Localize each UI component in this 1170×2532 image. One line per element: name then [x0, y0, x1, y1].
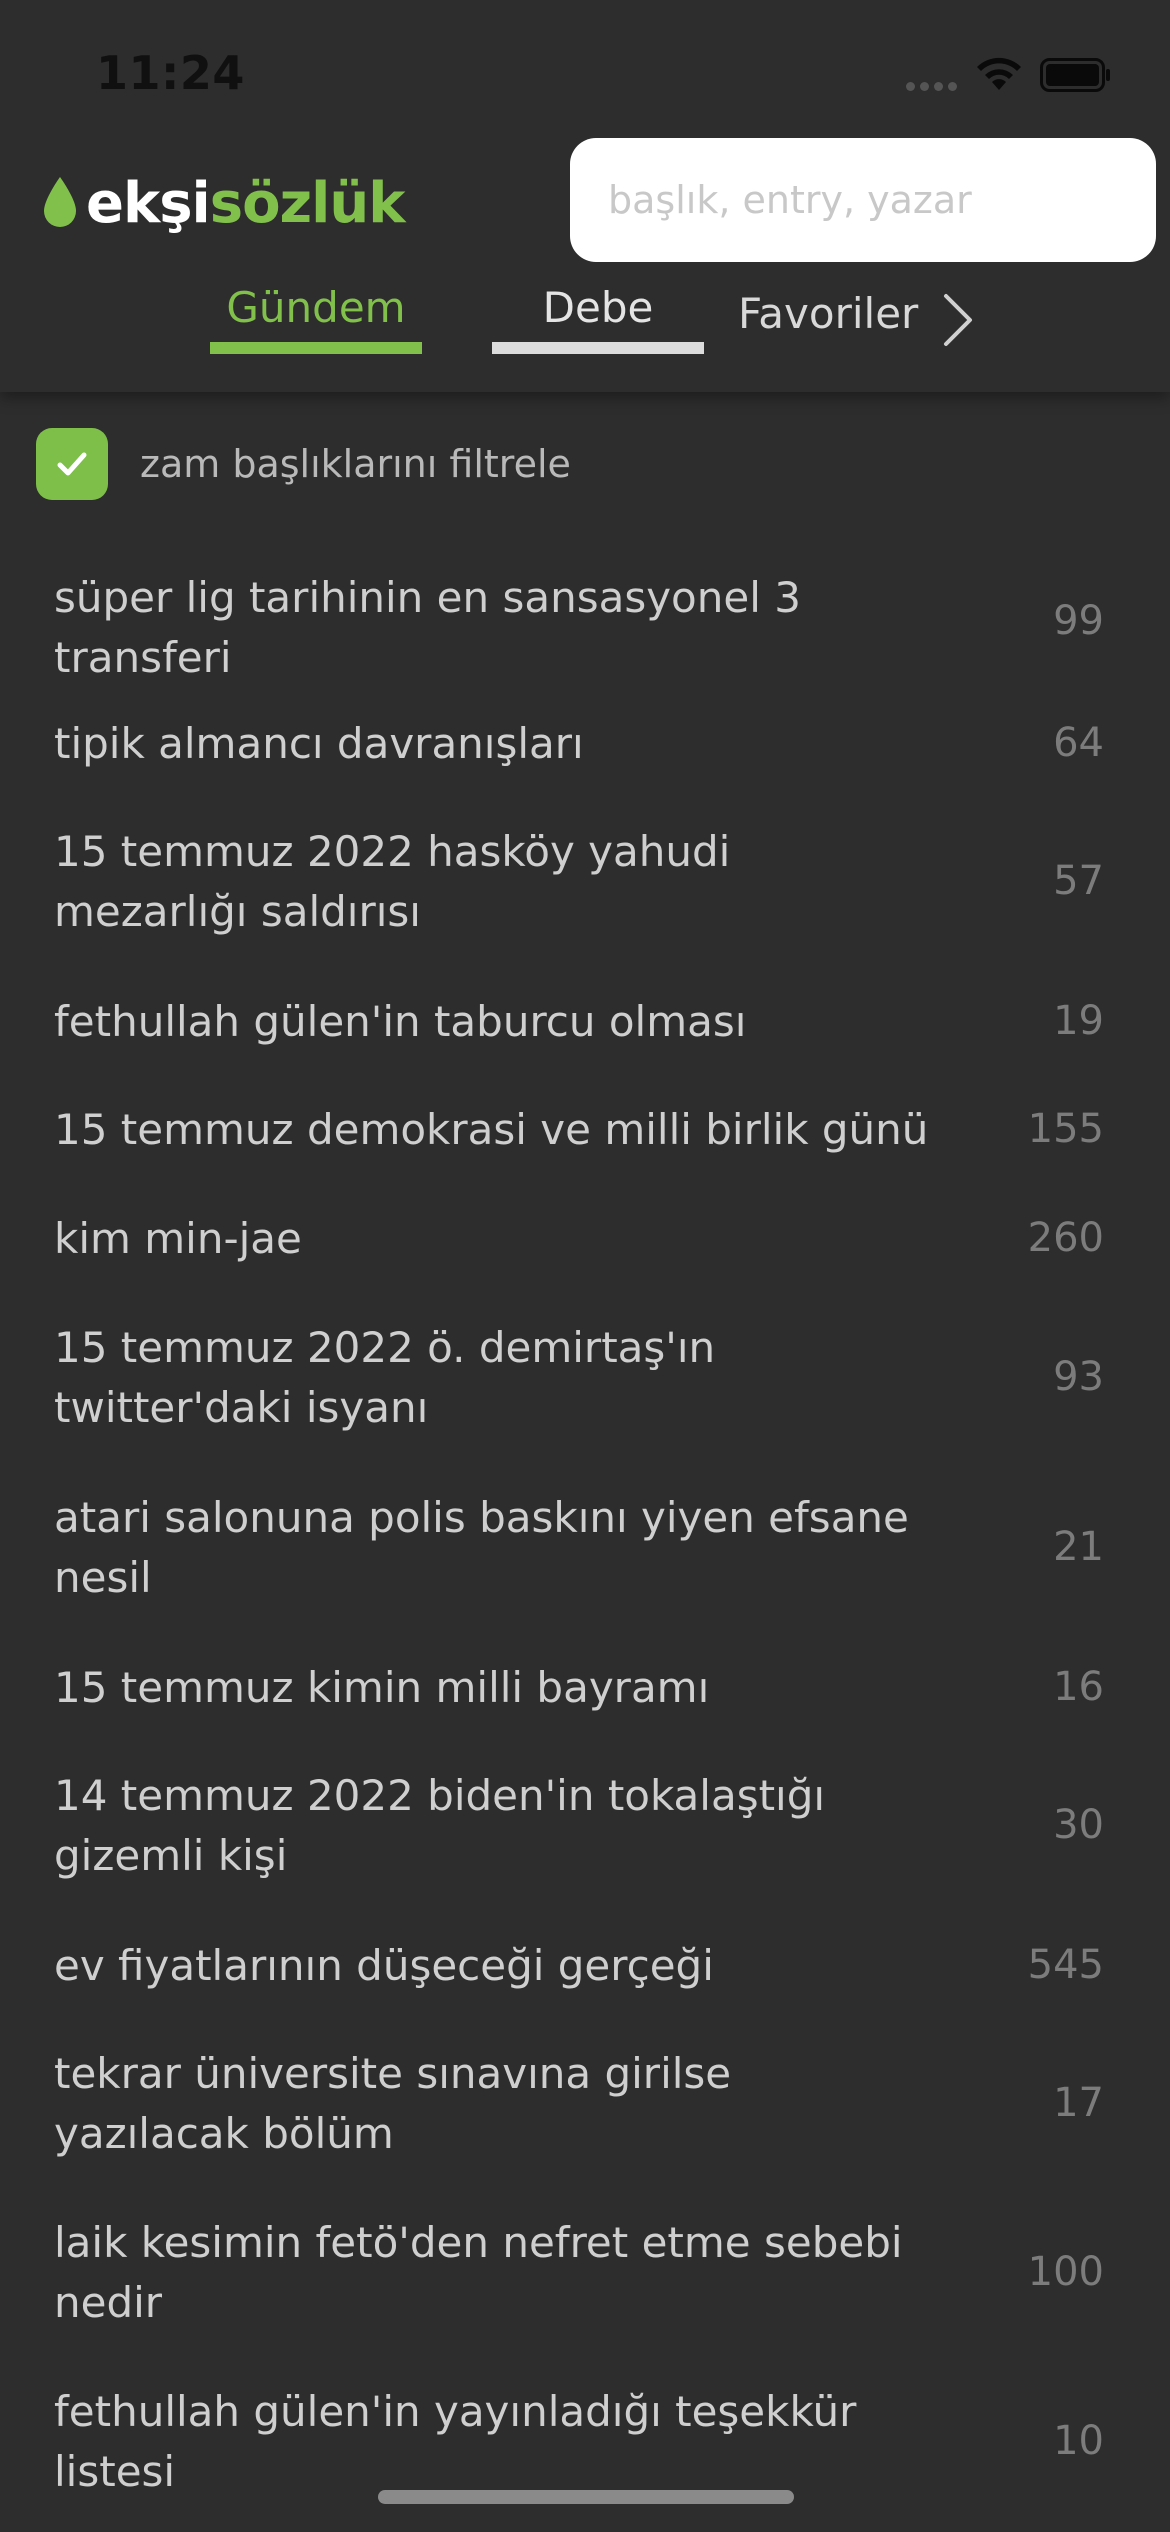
tab-indicator	[492, 342, 704, 354]
topic-entry-count: 545	[1027, 1942, 1104, 1988]
topic-entry-count: 260	[1027, 1215, 1104, 1261]
topic-title: kim min-jae	[54, 1214, 302, 1263]
tab-debe[interactable]: Debe	[492, 280, 704, 360]
drop-icon	[44, 177, 76, 227]
topic-title: 14 temmuz 2022 biden'in tokalaştığı gize…	[54, 1771, 826, 1880]
search-input[interactable]	[606, 138, 1126, 262]
topic-title: süper lig tarihinin en sansasyonel 3 tra…	[54, 573, 801, 682]
filter-checkbox[interactable]	[36, 428, 108, 500]
topic-entry-count: 57	[1053, 858, 1104, 904]
topic-title: ev fiyatlarının düşeceği gerçeği	[54, 1941, 714, 1990]
topic-title: fethullah gülen'in taburcu olması	[54, 997, 747, 1046]
filter-row[interactable]: zam başlıklarını filtrele	[36, 428, 571, 500]
app-header: 11:24 ekşisözlük Gündem Debe Favoriler	[0, 0, 1170, 392]
topic-title: 15 temmuz 2022 ö. demirtaş'ın twitter'da…	[54, 1323, 716, 1432]
tab-gundem[interactable]: Gündem	[210, 280, 422, 360]
wifi-icon	[977, 57, 1021, 90]
topic-entry-count: 16	[1053, 1664, 1104, 1710]
topic-entry-count: 64	[1053, 720, 1104, 766]
tab-label: Gündem	[226, 283, 406, 332]
status-time: 11:24	[96, 46, 245, 100]
tab-label: Debe	[542, 283, 654, 332]
topic-title: 15 temmuz demokrasi ve milli birlik günü	[54, 1105, 929, 1154]
home-indicator[interactable]	[378, 2490, 794, 2504]
checkmark-icon	[57, 452, 87, 476]
tab-active-indicator	[210, 342, 422, 354]
eksisozluk-logo[interactable]: ekşi sözlük	[42, 168, 406, 238]
topic-title: fethullah gülen'in yayınladığı teşekkür …	[54, 2387, 857, 2496]
filter-label: zam başlıklarını filtrele	[140, 442, 571, 486]
topic-title: tipik almancı davranışları	[54, 719, 584, 768]
topic-entry-count: 19	[1053, 998, 1104, 1044]
topic-entry-count: 155	[1027, 1106, 1104, 1152]
topic-title: laik kesimin fetö'den nefret etme sebebi…	[54, 2218, 903, 2327]
topic-entry-count: 21	[1053, 1524, 1104, 1570]
topic-entry-count: 93	[1053, 1354, 1104, 1400]
topic-title: 15 temmuz kimin milli bayramı	[54, 1663, 710, 1712]
topic-title: tekrar üniversite sınavına girilse yazıl…	[54, 2049, 732, 2158]
tab-favoriler[interactable]: Favoriler	[738, 286, 938, 366]
logo-text-accent: sözlük	[209, 170, 406, 236]
logo-text-primary: ekşi	[86, 170, 211, 236]
search-box[interactable]	[570, 138, 1156, 262]
battery-icon	[1040, 58, 1110, 92]
topic-title: 15 temmuz 2022 hasköy yahudi mezarlığı s…	[54, 827, 731, 936]
topic-title: atari salonuna polis baskını yiyen efsan…	[54, 1493, 909, 1602]
tab-label: Favoriler	[738, 289, 919, 338]
chevron-right-icon[interactable]	[940, 292, 976, 348]
topic-entry-count: 30	[1053, 1802, 1104, 1848]
status-bar: 11:24	[0, 0, 1170, 140]
cellular-signal-icon	[906, 82, 962, 91]
topic-entry-count: 17	[1053, 2080, 1104, 2126]
topic-entry-count: 99	[1053, 598, 1104, 644]
topic-entry-count: 100	[1027, 2249, 1104, 2295]
topic-entry-count: 10	[1053, 2418, 1104, 2464]
